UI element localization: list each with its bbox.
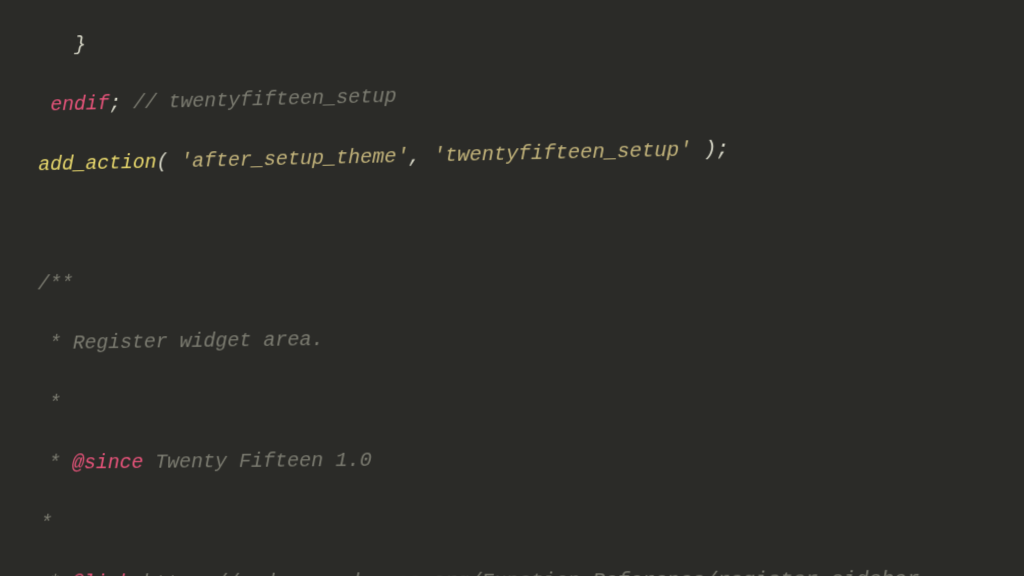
docblock-line: * @since Twenty Fifteen 1.0 (1, 440, 1024, 480)
doc-link-url: https://codex.wordpress.org/Function_Ref… (131, 569, 920, 576)
doc-since-val: Twenty Fifteen 1.0 (143, 450, 371, 475)
docblock-line: * (2, 377, 1024, 420)
doc-tag-since: @since (72, 452, 143, 476)
doc-tag-link: @link (72, 572, 131, 576)
func-add-action: add_action (38, 152, 156, 178)
comma: , (409, 145, 433, 169)
paren: ( (156, 151, 180, 174)
string-hook: 'after_setup_theme' (180, 146, 408, 174)
comment: // twentyfifteen_setup (133, 86, 397, 116)
code-line: add_action( 'after_setup_theme', 'twenty… (3, 128, 1024, 182)
semicolon: ; (109, 93, 121, 116)
code-line: } (4, 4, 1024, 63)
doc-star: * (29, 513, 53, 536)
code-line: endif; // twentyfifteen_setup (3, 66, 1024, 123)
docblock-line: * Register widget area. (2, 315, 1024, 361)
blank-line (3, 190, 1024, 241)
doc-text: * Register widget area. (37, 329, 323, 356)
keyword-endif: endif (50, 93, 109, 117)
doc-star: * (36, 573, 72, 576)
brace-close: } (74, 34, 86, 57)
doc-star: * (37, 393, 61, 416)
doc-open: /** (38, 273, 73, 297)
doc-star: * (37, 452, 73, 475)
docblock-line: * @link https://codex.wordpress.org/Func… (1, 565, 1024, 576)
paren-close: ); (691, 138, 728, 162)
docblock-line: /** (2, 252, 1024, 301)
string-callback: 'twentyfifteen_setup' (433, 139, 691, 168)
code-editor[interactable]: } endif; // twentyfifteen_setup add_acti… (0, 0, 1024, 576)
docblock-line: * (0, 502, 1024, 540)
